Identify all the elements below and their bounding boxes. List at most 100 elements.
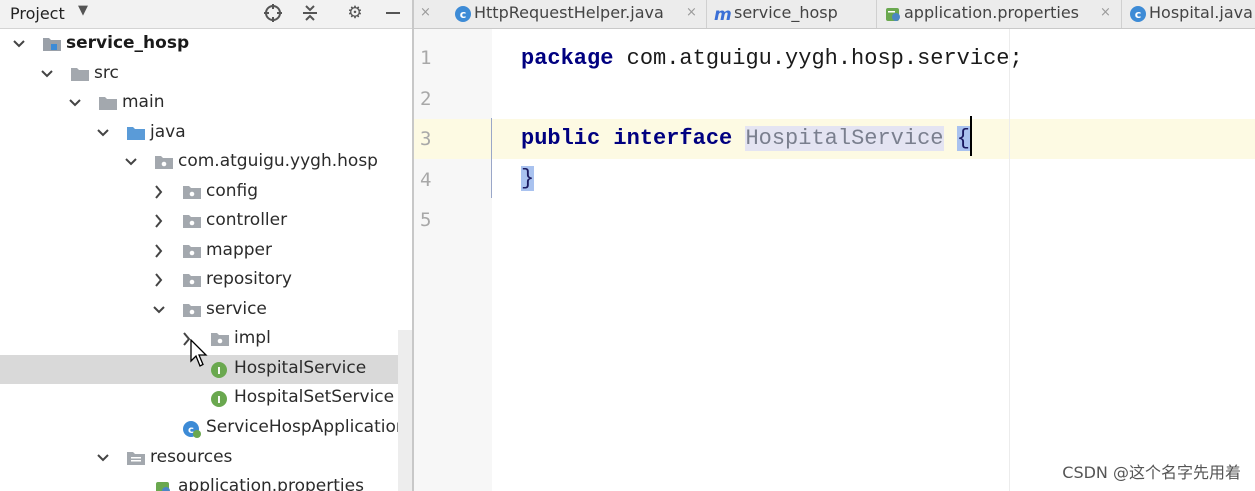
interface-icon: I <box>210 361 228 378</box>
tab-label: HttpRequestHelper.java <box>474 3 664 22</box>
line-number: 4 <box>420 169 432 191</box>
tree-item-label: HospitalService <box>234 358 367 378</box>
tab-label: application.properties <box>904 3 1079 22</box>
tree-item-label: mapper <box>206 240 273 260</box>
tree-item-label: service <box>206 299 267 319</box>
tree-item-config[interactable]: config <box>0 178 398 207</box>
tree-item-label: service_hosp <box>66 33 190 53</box>
package-icon <box>182 243 201 259</box>
package-icon <box>154 154 173 170</box>
line-number: 5 <box>420 209 432 231</box>
tab-label: service_hosp <box>734 3 838 22</box>
chevron-down-icon[interactable] <box>40 64 54 84</box>
svg-text:c: c <box>460 8 467 21</box>
tab-application-properties[interactable]: application.properties × <box>876 0 1122 28</box>
tree-item-src[interactable]: src <box>0 60 398 89</box>
package-icon <box>210 331 229 347</box>
tree-item-main[interactable]: main <box>0 89 398 118</box>
tree-item-hospitalsetservice[interactable]: I HospitalSetService <box>0 384 398 413</box>
tree-item-label: src <box>94 63 119 83</box>
tree-item-label: repository <box>206 269 292 289</box>
editor-tab-bar: × c HttpRequestHelper.java × m service_h… <box>414 0 1255 29</box>
tree-item-resources[interactable]: resources <box>0 444 398 473</box>
tree-item-label: config <box>206 181 259 201</box>
tree-item-label: impl <box>234 328 271 348</box>
right-margin-guide <box>1009 29 1010 491</box>
mouse-cursor-icon <box>189 338 209 373</box>
chevron-right-icon[interactable] <box>152 211 166 231</box>
class-icon: c <box>454 5 472 23</box>
minimize-icon[interactable] <box>382 2 404 24</box>
code-line-4[interactable]: } <box>521 166 535 191</box>
class-icon: c <box>1129 5 1147 23</box>
keyword-package: package <box>521 46 614 71</box>
close-icon[interactable]: × <box>1100 5 1111 20</box>
svg-text:I: I <box>217 366 221 377</box>
close-icon[interactable]: × <box>420 5 431 20</box>
project-panel-header: Project ▼ ⚙ <box>0 0 412 29</box>
project-scrollbar[interactable] <box>398 330 412 491</box>
chevron-down-icon[interactable] <box>96 448 110 468</box>
folder-icon <box>70 66 89 82</box>
project-panel-title[interactable]: Project <box>10 4 65 23</box>
line-number: 1 <box>420 47 432 69</box>
watermark: CSDN @这个名字先用着 <box>1062 463 1241 482</box>
tree-item-servicehospapplication[interactable]: c ServiceHospApplication <box>0 414 407 443</box>
chevron-down-icon[interactable] <box>152 300 166 320</box>
tree-item-label: HospitalSetService <box>234 387 395 407</box>
text-caret <box>970 116 972 156</box>
package-name: com.atguigu.yygh.hosp.service; <box>613 46 1023 71</box>
tree-item-application-properties[interactable]: application.properties <box>0 473 398 491</box>
open-brace: { <box>956 126 970 151</box>
interface-name: HospitalService <box>745 126 944 151</box>
svg-text:c: c <box>1135 8 1142 21</box>
module-folder-icon <box>42 36 61 52</box>
chevron-right-icon[interactable] <box>152 270 166 290</box>
gear-icon[interactable]: ⚙ <box>344 2 366 24</box>
collapse-icon[interactable] <box>299 2 321 24</box>
maven-icon: m <box>714 5 732 25</box>
close-brace: } <box>521 166 535 191</box>
tree-item-com-atguigu-yygh-hosp[interactable]: com.atguigu.yygh.hosp <box>0 148 398 177</box>
properties-file-icon <box>884 5 902 23</box>
chevron-down-icon[interactable] <box>124 152 138 172</box>
crosshair-icon[interactable] <box>262 2 284 24</box>
code-line-1[interactable]: package com.atguigu.yygh.hosp.service; <box>521 46 1023 71</box>
chevron-down-icon[interactable] <box>96 123 110 143</box>
chevron-right-icon[interactable] <box>152 241 166 261</box>
folder-icon <box>98 95 117 111</box>
tab-httprequesthelper[interactable]: c HttpRequestHelper.java × <box>446 0 707 28</box>
tree-item-label: java <box>150 122 186 142</box>
tab-hospital-java[interactable]: c Hospital.java <box>1121 0 1255 28</box>
tree-item-service-hosp[interactable]: service_hosp <box>0 30 398 59</box>
chevron-down-icon[interactable]: ▼ <box>78 3 88 18</box>
tree-item-mapper[interactable]: mapper <box>0 237 398 266</box>
spring-boot-class-icon: c <box>182 420 201 438</box>
chevron-down-icon[interactable] <box>68 93 82 113</box>
keyword-interface: interface <box>613 126 733 151</box>
close-icon[interactable]: × <box>686 5 697 20</box>
tree-item-label: resources <box>150 447 233 467</box>
svg-text:m: m <box>714 5 732 23</box>
tree-item-controller[interactable]: controller <box>0 207 398 236</box>
interface-icon: I <box>210 390 228 407</box>
chevron-down-icon[interactable] <box>12 34 26 54</box>
code-line-3[interactable]: public interface HospitalService { <box>521 126 970 151</box>
code-editor[interactable] <box>492 29 1255 491</box>
tree-item-label: main <box>122 92 165 112</box>
resources-folder-icon <box>126 450 145 466</box>
tree-item-label: application.properties <box>178 476 364 491</box>
tree-item-repository[interactable]: repository <box>0 266 398 295</box>
svg-text:I: I <box>217 395 221 406</box>
package-icon <box>182 272 201 288</box>
chevron-right-icon[interactable] <box>152 182 166 202</box>
fold-guide <box>491 118 492 198</box>
tree-item-label: com.atguigu.yygh.hosp <box>178 151 378 171</box>
tree-item-java[interactable]: java <box>0 119 398 148</box>
tab-service-hosp[interactable]: m service_hosp <box>706 0 877 28</box>
properties-file-icon <box>154 479 172 491</box>
tree-item-service[interactable]: service <box>0 296 398 325</box>
tab-label: Hospital.java <box>1149 3 1253 22</box>
source-folder-icon <box>126 125 145 141</box>
package-icon <box>182 213 201 229</box>
